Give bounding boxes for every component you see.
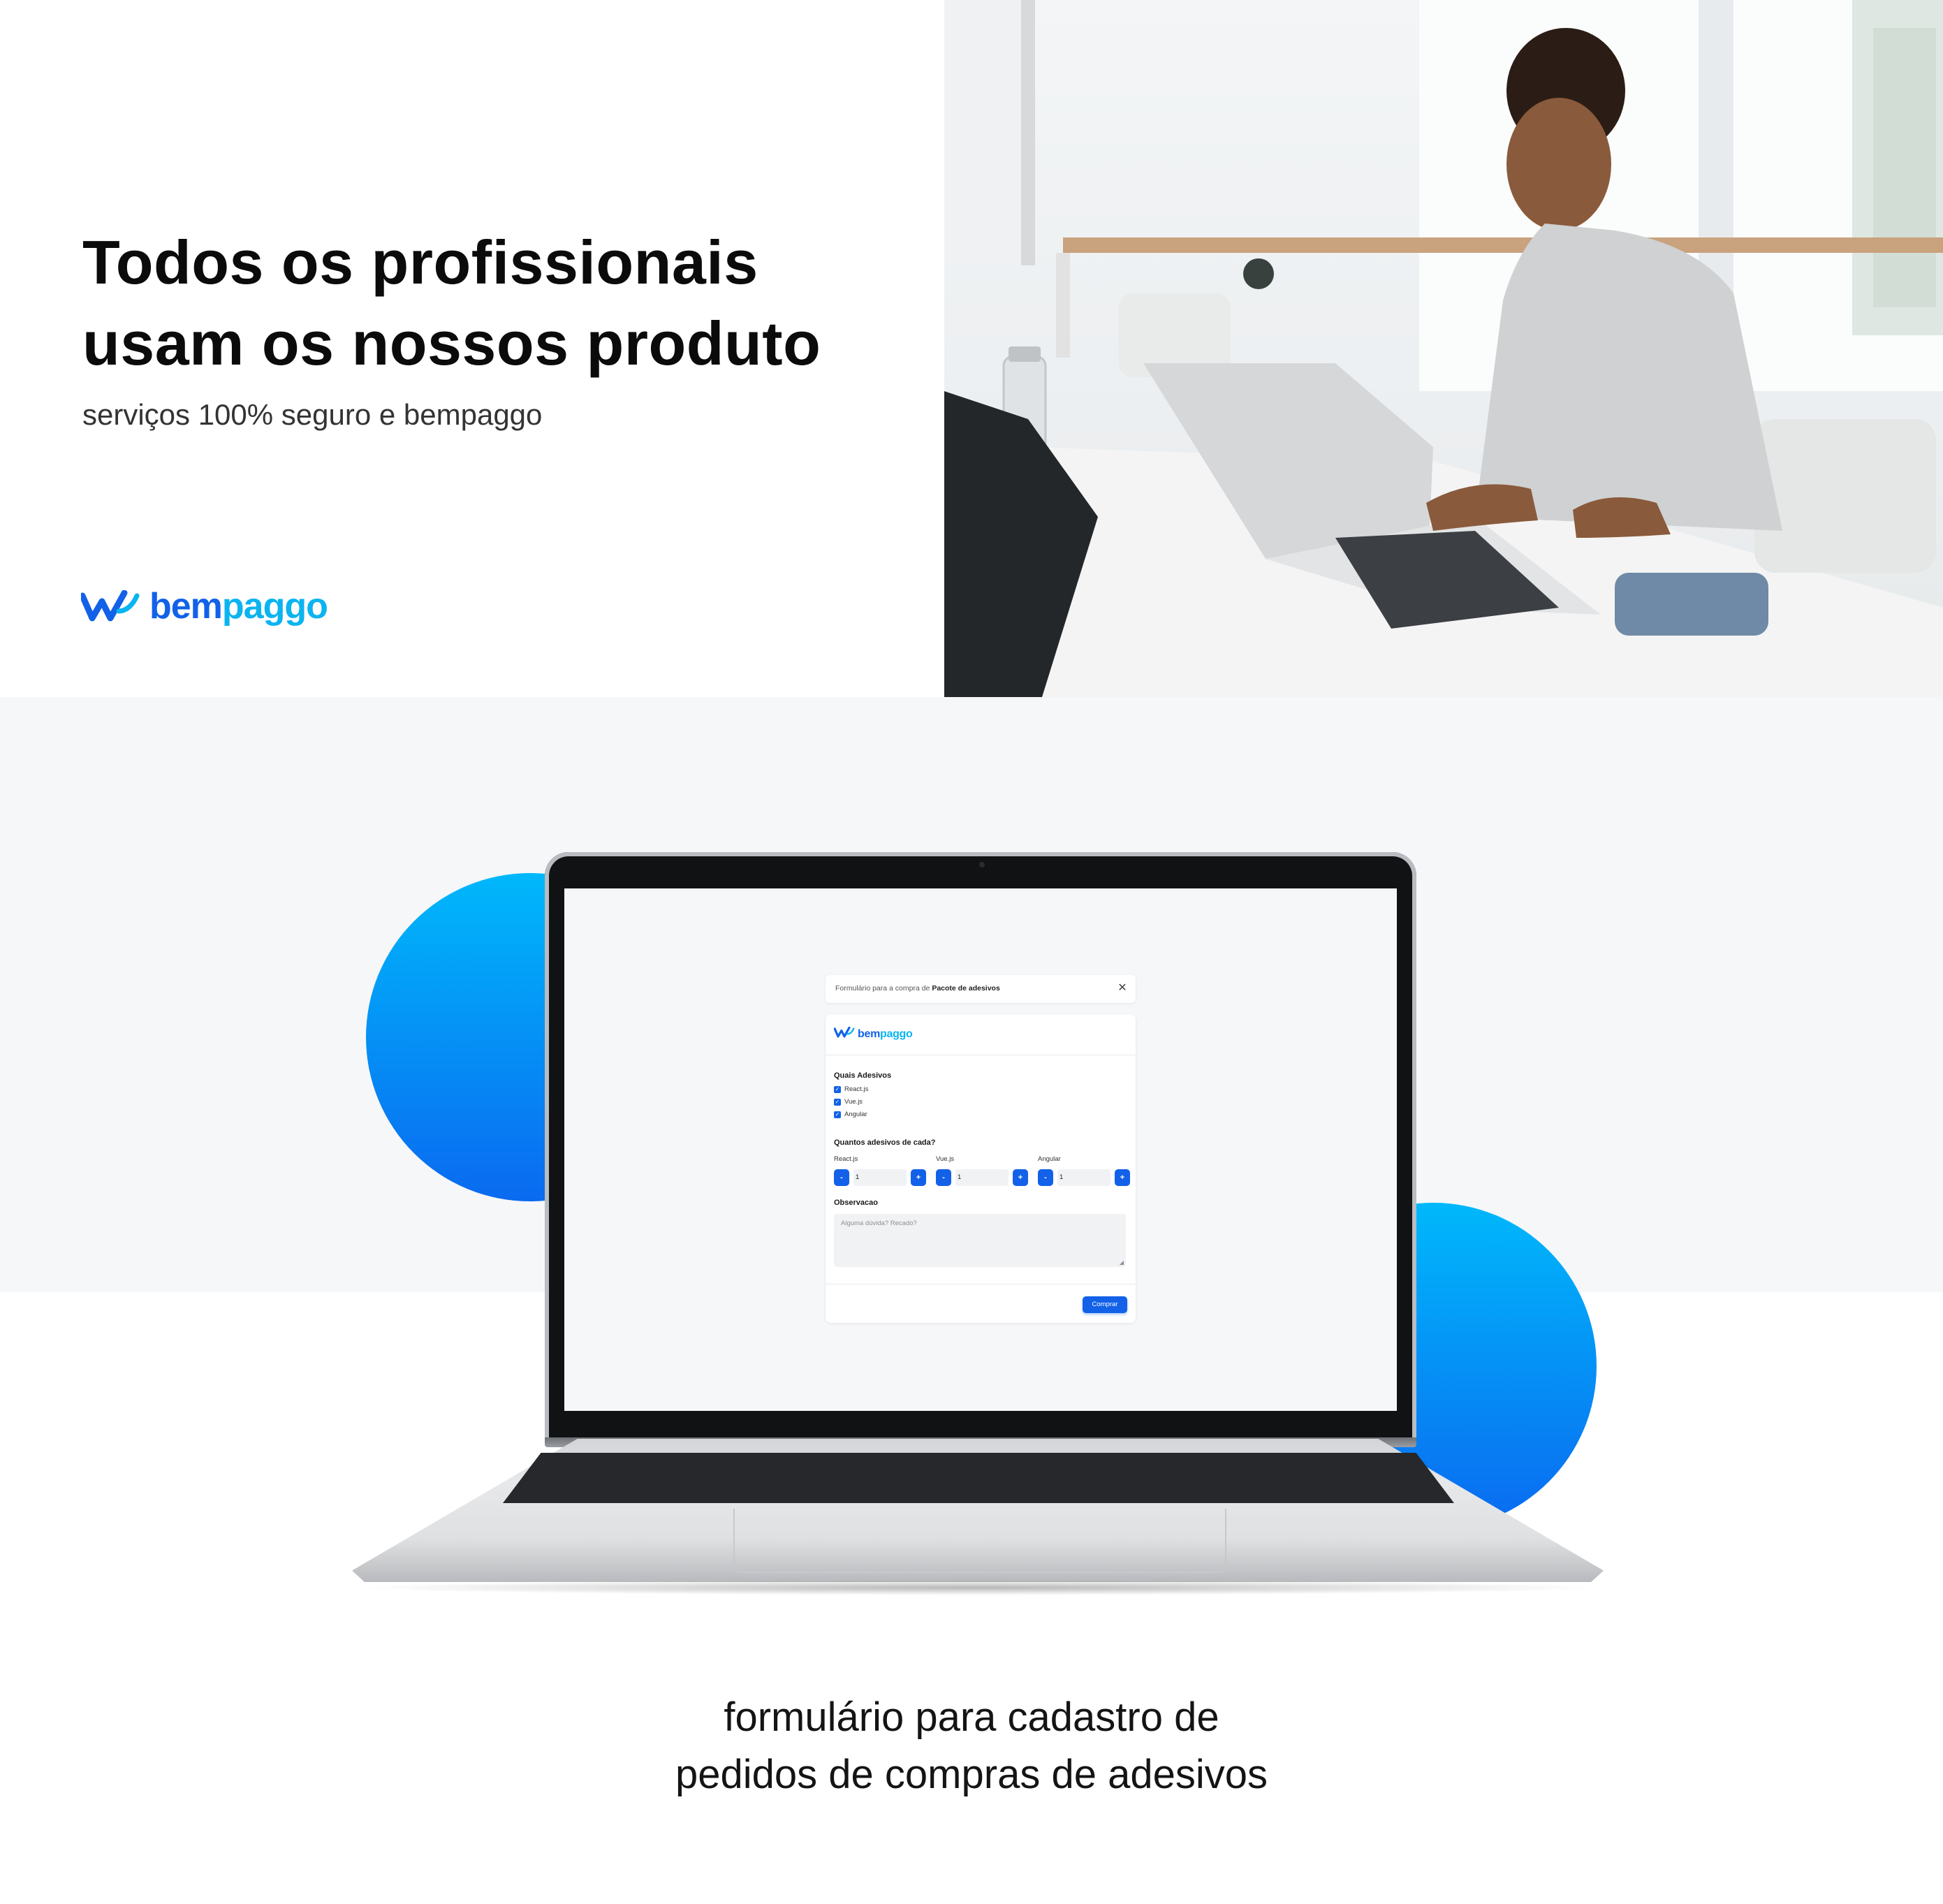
laptop-trackpad — [733, 1509, 1226, 1573]
brand-wordmark: bempaggo — [149, 585, 328, 627]
notes-label: Observacao — [834, 1199, 878, 1207]
quantity-input[interactable]: 1 — [955, 1169, 1009, 1186]
quantity-section-label: Quantos adesivos de cada? — [834, 1138, 936, 1147]
caption-line-2: pedidos de compras de adesivos — [675, 1752, 1268, 1797]
purchase-form-card: bempaggo Quais Adesivos ✓ React.js ✓ Vue… — [826, 1014, 1136, 1323]
hero-subtitle: serviços 100% seguro e bempaggo — [82, 398, 543, 431]
bempaggo-logo-icon — [81, 590, 140, 622]
quantity-stepper-vue: - 1 + — [936, 1169, 1028, 1186]
checkbox-checked-icon: ✓ — [834, 1098, 841, 1106]
brand-word-bem: bem — [149, 586, 223, 627]
increment-button[interactable]: + — [911, 1169, 926, 1186]
brand-word-paggo: paggo — [221, 586, 328, 627]
laptop-camera — [979, 862, 985, 867]
caption: formulário para cadastro de pedidos de c… — [0, 1689, 1943, 1803]
woman-at-laptop-photo — [944, 0, 1943, 697]
close-icon[interactable]: ✕ — [1116, 982, 1129, 995]
laptop-screen: Formulário para a compra de Pacote de ad… — [564, 888, 1397, 1411]
form-brand-word-bem: bem — [858, 1027, 880, 1040]
laptop-keyboard — [503, 1453, 1454, 1503]
checkbox-react[interactable]: ✓ React.js — [834, 1085, 868, 1093]
stickers-section-label: Quais Adesivos — [834, 1071, 892, 1080]
hero-title-line-2: usam os nossos produto — [82, 309, 821, 378]
quantity-input[interactable]: 1 — [1057, 1169, 1110, 1186]
notes-placeholder: Alguma dúvida? Recado? — [841, 1220, 917, 1227]
checkbox-label: Vue.js — [844, 1098, 863, 1106]
quantity-stepper-react: - 1 + — [834, 1169, 926, 1186]
stepper-label-vue: Vue.js — [936, 1155, 955, 1163]
buy-button[interactable]: Comprar — [1083, 1296, 1127, 1313]
decrement-button[interactable]: - — [936, 1169, 951, 1186]
checkbox-checked-icon: ✓ — [834, 1111, 841, 1118]
stepper-label-angular: Angular — [1038, 1155, 1061, 1163]
laptop-shadow — [349, 1580, 1606, 1595]
checkbox-vue[interactable]: ✓ Vue.js — [834, 1098, 863, 1106]
hero-title-line-1: Todos os profissionais — [82, 228, 758, 297]
bempaggo-logo-icon — [833, 1026, 855, 1041]
caption-line-1: formulário para cadastro de — [724, 1694, 1219, 1740]
form-brand-word-paggo: paggo — [880, 1027, 913, 1040]
form-topbar-product: Pacote de adesivos — [932, 984, 1000, 993]
hero-section: Todos os profissionais usam os nossos pr… — [0, 0, 944, 697]
form-brand-wordmark: bempaggo — [858, 1028, 913, 1041]
checkbox-angular[interactable]: ✓ Angular — [834, 1111, 867, 1118]
form-topbar: Formulário para a compra de Pacote de ad… — [826, 975, 1136, 1003]
stepper-label-react: React.js — [834, 1155, 858, 1163]
checkbox-checked-icon: ✓ — [834, 1085, 841, 1093]
form-topbar-title: Formulário para a compra de Pacote de ad… — [835, 984, 1000, 993]
quantity-stepper-angular: - 1 + — [1038, 1169, 1130, 1186]
hero-photo — [944, 0, 1943, 697]
increment-button[interactable]: + — [1013, 1169, 1028, 1186]
form-topbar-prefix: Formulário para a compra de — [835, 984, 930, 993]
hero-title: Todos os profissionais usam os nossos pr… — [82, 222, 821, 384]
checkbox-label: Angular — [844, 1111, 867, 1118]
notes-textarea[interactable]: Alguma dúvida? Recado? ◢ — [834, 1214, 1126, 1267]
form-brand-logo: bempaggo — [833, 1026, 913, 1041]
decrement-button[interactable]: - — [1038, 1169, 1053, 1186]
checkbox-label: React.js — [844, 1085, 869, 1093]
increment-button[interactable]: + — [1115, 1169, 1130, 1186]
decrement-button[interactable]: - — [834, 1169, 849, 1186]
quantity-input[interactable]: 1 — [853, 1169, 907, 1186]
resize-handle-icon[interactable]: ◢ — [1120, 1259, 1124, 1266]
brand-logo: bempaggo — [81, 585, 328, 627]
